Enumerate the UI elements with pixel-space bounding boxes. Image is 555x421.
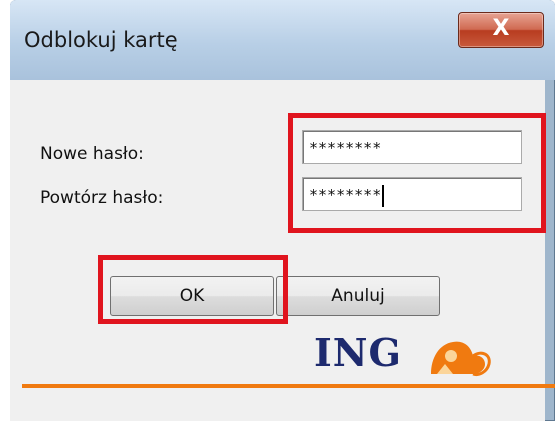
lion-icon [431, 341, 491, 376]
brand-accent-line [22, 384, 555, 388]
password-fields-highlight [288, 113, 546, 233]
close-button[interactable]: X [458, 12, 544, 48]
dialog-title: Odblokuj kartę [24, 28, 178, 52]
ok-button-highlight [98, 255, 288, 324]
close-icon: X [492, 16, 510, 41]
title-bar[interactable]: Odblokuj kartę X [10, 0, 555, 80]
repeat-password-label: Powtórz hasło: [40, 188, 164, 208]
new-password-label: Nowe hasło: [40, 144, 144, 164]
cancel-button[interactable]: Anuluj [276, 276, 440, 316]
ing-logo: ING [314, 330, 402, 375]
